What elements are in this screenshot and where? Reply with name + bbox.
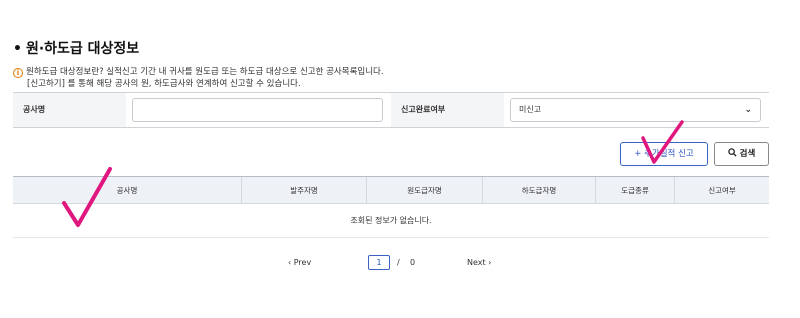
pagination: ‹ Prev 1 / 0 Next › <box>0 255 800 271</box>
add-report-button[interactable]: + 추가실적 신고 <box>620 142 708 166</box>
title-bullet: • <box>13 41 22 57</box>
column-header-client: 발주자명 <box>241 177 366 204</box>
chevron-down-icon: ⌄ <box>744 105 752 115</box>
table-header: 공사명 발주자명 원도급자명 하도급자명 도급종류 신고여부 <box>13 176 769 204</box>
report-status-label: 신고완료여부 <box>391 93 504 127</box>
column-header-prime-contractor: 원도급자명 <box>366 177 482 204</box>
next-page-button[interactable]: Next › <box>467 258 491 267</box>
page-number-input[interactable]: 1 <box>368 255 390 270</box>
column-header-report-status: 신고여부 <box>674 177 769 204</box>
notice-line-2: [신고하기] 를 통해 해당 공사의 원, 하도급사와 연계하여 신고할 수 있… <box>27 79 301 89</box>
search-panel: 공사명 신고완료여부 미신고 ⌄ <box>13 92 769 128</box>
report-status-select[interactable]: 미신고 ⌄ <box>510 98 761 122</box>
title-text: 원·하도급 대상정보 <box>25 41 140 57</box>
notice: i 원하도급 대상정보란? 실적신고 기간 내 귀사를 원도급 또는 하도급 대상… <box>13 66 384 90</box>
column-header-contract-type: 도급종류 <box>595 177 674 204</box>
search-button[interactable]: 검색 <box>714 142 769 166</box>
info-icon: i <box>13 68 23 78</box>
search-icon <box>727 148 740 159</box>
page-separator: / <box>397 258 400 267</box>
prev-page-button[interactable]: ‹ Prev <box>288 258 311 267</box>
column-header-project-name: 공사명 <box>116 186 138 195</box>
empty-message: 조회된 정보가 없습니다. <box>13 204 769 238</box>
results-table: 공사명 발주자명 원도급자명 하도급자명 도급종류 신고여부 조회된 정보가 없… <box>13 176 769 238</box>
search-button-label: 검색 <box>739 149 756 159</box>
column-header-subcontractor: 하도급자명 <box>482 177 595 204</box>
project-name-input[interactable] <box>132 98 383 122</box>
project-name-label: 공사명 <box>13 93 126 127</box>
page-title: • 원·하도급 대상정보 <box>13 38 139 58</box>
report-status-value: 미신고 <box>519 105 542 114</box>
total-pages: 0 <box>410 258 416 267</box>
notice-line-1: 원하도급 대상정보란? 실적신고 기간 내 귀사를 원도급 또는 하도급 대상으… <box>26 67 384 77</box>
